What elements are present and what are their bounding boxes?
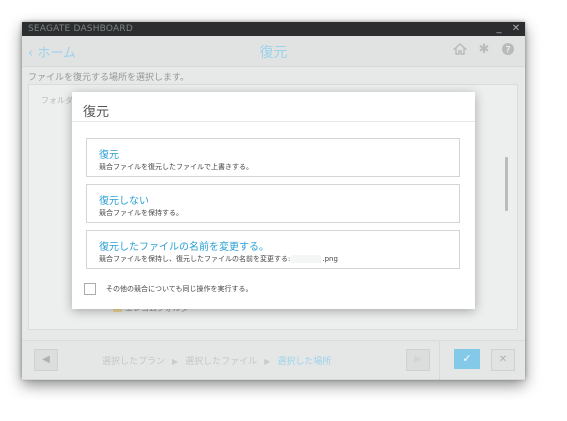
title-bar: SEAGATE DASHBOARD _ ✕ [22,22,525,36]
option-rename-title: 復元したファイルの名前を変更する。 [99,242,269,253]
dialog-title: 復元 [83,105,110,120]
app-title: SEAGATE DASHBOARD [28,24,133,34]
close-window-button[interactable]: ✕ [509,22,523,36]
option-do-not-restore[interactable]: 復元しない 競合ファイルを保持する。 [86,184,460,223]
rename-input[interactable] [291,255,322,263]
rename-desc-text: 競合ファイルを保持し、復元したファイルの名前を変更する: [99,255,291,263]
option-restore[interactable]: 復元 競合ファイルを復元したファイルで上書きする。 [86,138,460,177]
option-skip-title: 復元しない [99,196,149,207]
restore-dialog: 復元 復元 競合ファイルを復元したファイルで上書きする。 復元しない 競合ファイ… [72,92,475,309]
minimize-button[interactable]: _ [492,22,506,36]
option-restore-title: 復元 [99,150,119,161]
option-rename-desc: 競合ファイルを保持し、復元したファイルの名前を変更する: .png [99,254,338,264]
apply-all-label: その他の競合についても同じ操作を実行する。 [106,285,253,293]
option-rename[interactable]: 復元したファイルの名前を変更する。 競合ファイルを保持し、復元したファイルの名前… [86,230,460,269]
option-skip-desc: 競合ファイルを保持する。 [99,209,183,217]
dialog-divider [72,121,475,122]
rename-suffix: .png [322,255,338,263]
apply-all-checkbox[interactable] [84,283,96,295]
option-restore-desc: 競合ファイルを復元したファイルで上書きする。 [99,163,253,171]
